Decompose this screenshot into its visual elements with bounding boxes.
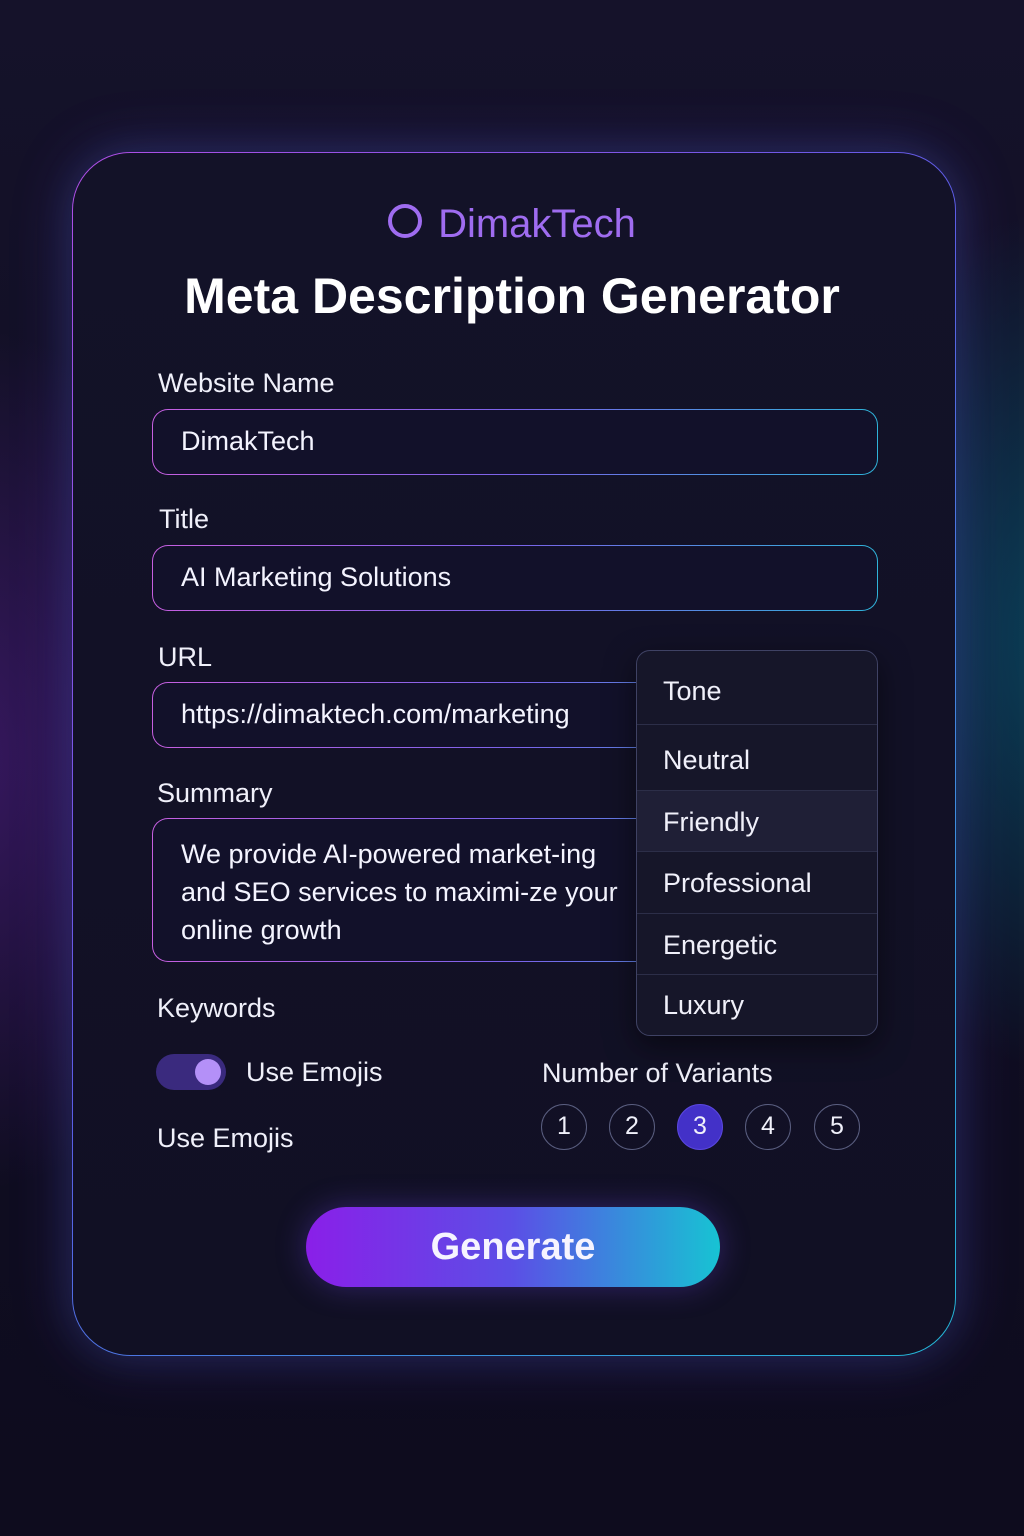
title-label: Title [159, 504, 210, 534]
toggle-knob [195, 1059, 221, 1085]
use-emojis-label: Use Emojis [157, 1123, 294, 1153]
website-name-input[interactable]: DimakTech [152, 409, 878, 475]
title-input[interactable]: AI Marketing Solutions [152, 545, 878, 611]
tone-option-friendly[interactable]: Friendly [637, 791, 877, 852]
url-value: https://dimaktech.com/marketing [181, 699, 570, 729]
variant-option-5[interactable]: 5 [814, 1104, 860, 1150]
tone-dropdown-header[interactable]: Tone [637, 651, 877, 725]
generate-button[interactable]: Generate [306, 1207, 720, 1287]
variant-option-1[interactable]: 1 [541, 1104, 587, 1150]
variant-option-3[interactable]: 3 [677, 1104, 723, 1150]
tone-option-neutral[interactable]: Neutral [637, 725, 877, 791]
use-emojis-toggle[interactable] [156, 1054, 226, 1090]
ring-icon [388, 204, 423, 238]
keywords-label: Keywords [157, 993, 276, 1023]
tone-option-professional[interactable]: Professional [637, 852, 877, 914]
brand-name: DimakTech [438, 202, 636, 246]
variant-option-4[interactable]: 4 [745, 1104, 791, 1150]
website-name-value: DimakTech [181, 426, 315, 456]
tone-option-luxury[interactable]: Luxury [637, 975, 877, 1035]
use-emojis-toggle-label: Use Emojis [246, 1057, 383, 1087]
website-name-label: Website Name [158, 368, 335, 398]
page-title: Meta Description Generator [184, 268, 840, 324]
title-value: AI Marketing Solutions [181, 562, 452, 592]
summary-label: Summary [157, 778, 273, 808]
variant-option-2[interactable]: 2 [609, 1104, 655, 1150]
tone-dropdown: Tone Neutral Friendly Professional Energ… [636, 650, 878, 1036]
summary-value: We provide AI-powered market-ing and SEO… [181, 839, 618, 945]
brand-logo: DimakTech [0, 200, 1024, 248]
url-label: URL [158, 642, 213, 672]
variants-label: Number of Variants [542, 1058, 773, 1088]
tone-option-energetic[interactable]: Energetic [637, 914, 877, 975]
